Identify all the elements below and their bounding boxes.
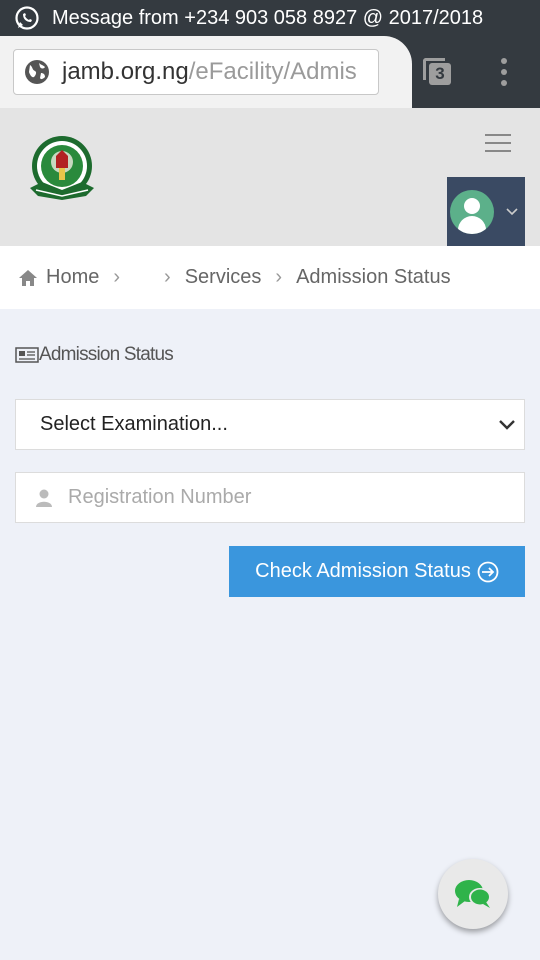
url-host: jamb.org.ng xyxy=(62,58,189,85)
chat-bubbles-icon xyxy=(455,880,491,908)
globe-icon xyxy=(25,60,49,84)
user-avatar-icon xyxy=(450,189,494,234)
chevron-right-icon: › xyxy=(113,266,121,288)
section-title: Admission Status xyxy=(15,344,174,366)
section-title-text: Admission Status xyxy=(39,344,174,365)
registration-number-input[interactable] xyxy=(68,486,488,509)
browser-menu-icon[interactable] xyxy=(496,58,512,88)
check-button-label: Check Admission Status xyxy=(255,560,471,582)
chevron-right-icon: › xyxy=(164,266,171,288)
breadcrumb-services[interactable]: Services xyxy=(185,266,262,289)
chevron-down-icon xyxy=(506,207,518,215)
registration-number-field[interactable] xyxy=(15,472,525,523)
examination-select-value: Select Examination... xyxy=(40,413,228,435)
whatsapp-icon xyxy=(15,6,39,30)
chat-button[interactable] xyxy=(438,859,508,929)
address-bar[interactable]: jamb.org.ng/eFacility/Admis xyxy=(13,49,379,95)
tab-count: 3 xyxy=(429,63,451,85)
url-path: /eFacility/Admis xyxy=(188,58,357,85)
browser-toolbar: jamb.org.ng/eFacility/Admis 3 xyxy=(0,36,540,108)
chevron-down-icon xyxy=(499,420,515,430)
user-menu-button[interactable] xyxy=(447,177,525,246)
home-icon xyxy=(19,269,37,286)
arrow-circle-right-icon xyxy=(477,561,499,582)
notification-bar: Message from +234 903 058 8927 @ 2017/20… xyxy=(0,0,540,36)
breadcrumb: Home › › Services › Admission Status xyxy=(0,246,540,309)
check-admission-status-button[interactable]: Check Admission Status xyxy=(229,546,525,597)
notification-text: Message from +234 903 058 8927 @ 2017/20… xyxy=(52,6,484,29)
site-header xyxy=(0,108,540,246)
breadcrumb-current: Admission Status xyxy=(296,266,451,288)
jamb-logo[interactable] xyxy=(26,132,98,208)
hamburger-menu-icon[interactable] xyxy=(485,134,511,154)
user-icon xyxy=(36,489,52,507)
examination-select[interactable]: Select Examination... xyxy=(15,399,525,450)
breadcrumb-home[interactable]: Home xyxy=(46,266,99,289)
address-tab: jamb.org.ng/eFacility/Admis xyxy=(0,36,412,108)
newspaper-icon xyxy=(15,347,39,363)
chevron-right-icon: › xyxy=(275,266,283,288)
tab-switcher-button[interactable]: 3 xyxy=(420,56,456,92)
